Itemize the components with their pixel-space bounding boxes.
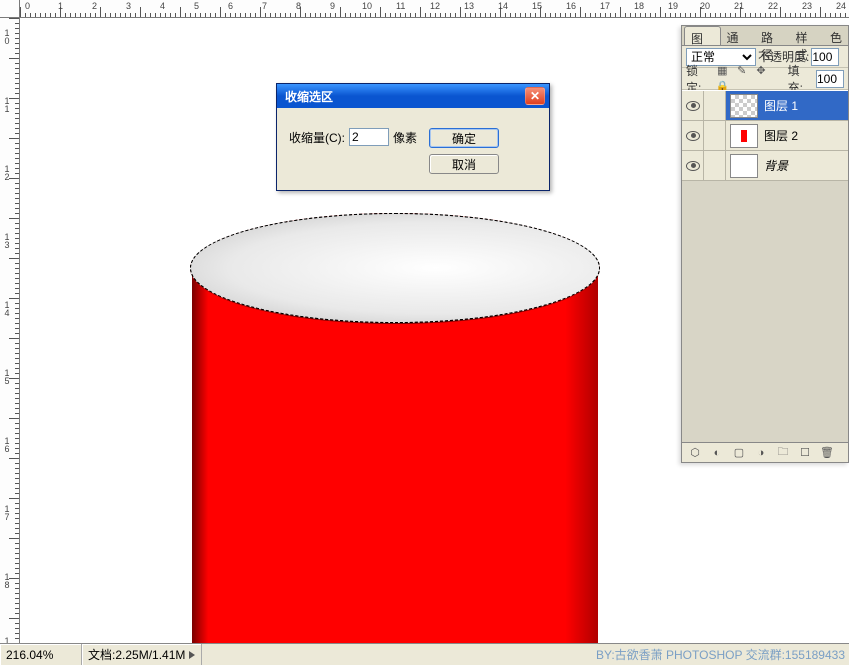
layer-thumbnail xyxy=(730,154,758,178)
play-icon xyxy=(189,651,195,659)
delete-layer-icon[interactable]: 🗑 xyxy=(820,446,834,460)
visibility-toggle[interactable] xyxy=(682,151,704,180)
close-icon[interactable]: ✕ xyxy=(525,87,545,105)
tab-paths[interactable]: 路径 xyxy=(755,26,790,45)
tab-layers[interactable]: 图层 xyxy=(684,26,721,45)
visibility-toggle[interactable] xyxy=(682,91,704,120)
contract-amount-label: 收缩量(C): xyxy=(289,129,345,146)
cancel-button[interactable]: 取消 xyxy=(429,154,499,174)
lock-position-icon[interactable]: ✥ xyxy=(753,63,769,79)
layer-mask-icon[interactable]: ▢ xyxy=(732,446,746,460)
eye-icon xyxy=(686,101,700,111)
document-size[interactable]: 文档: 2.25M/1.41M xyxy=(82,644,202,665)
cup-top-ellipse xyxy=(190,213,600,323)
link-col[interactable] xyxy=(704,121,726,150)
layer-thumbnail xyxy=(730,94,758,118)
opacity-input[interactable] xyxy=(811,48,839,66)
dialog-titlebar[interactable]: 收缩选区 ✕ xyxy=(277,84,549,108)
adjustment-icon[interactable]: ◑ xyxy=(754,446,768,460)
contract-amount-input[interactable] xyxy=(349,128,389,146)
new-layer-icon[interactable]: ☐ xyxy=(798,446,812,460)
link-col[interactable] xyxy=(704,91,726,120)
visibility-toggle[interactable] xyxy=(682,121,704,150)
eye-icon xyxy=(686,161,700,171)
cup-body-shape xyxy=(192,268,598,643)
ok-button[interactable]: 确定 xyxy=(429,128,499,148)
link-layers-icon[interactable]: ⬡ xyxy=(688,446,702,460)
lock-transparency-icon[interactable]: ▦ xyxy=(714,63,730,79)
panel-tabs: 图层 通道 路径 样式 色 xyxy=(682,26,848,46)
layer-row-background[interactable]: 背景 xyxy=(682,151,848,181)
tab-styles[interactable]: 样式 xyxy=(790,26,825,45)
layer-thumbnail xyxy=(730,124,758,148)
lock-pixels-icon[interactable]: ✎ xyxy=(734,63,750,79)
eye-icon xyxy=(686,131,700,141)
watermark-text: 思缘设计论坛 www.MissYuan.com xyxy=(662,18,844,21)
layer-name: 图层 1 xyxy=(762,97,798,114)
layer-row-2[interactable]: 图层 2 xyxy=(682,121,848,151)
tab-channels[interactable]: 通道 xyxy=(721,26,756,45)
panel-footer: ⬡ ◐ ▢ ◑ 🗀 ☐ 🗑 xyxy=(682,442,848,462)
zoom-level[interactable]: 216.04% xyxy=(0,644,82,665)
fill-input[interactable] xyxy=(816,70,844,88)
ruler-corner xyxy=(0,0,20,18)
new-folder-icon[interactable]: 🗀 xyxy=(776,446,790,460)
layer-style-icon[interactable]: ◐ xyxy=(710,446,724,460)
link-col[interactable] xyxy=(704,151,726,180)
tab-color[interactable]: 色 xyxy=(824,26,848,45)
contract-unit-label: 像素 xyxy=(393,129,417,146)
layer-row-1[interactable]: 图层 1 xyxy=(682,91,848,121)
contract-selection-dialog: 收缩选区 ✕ 收缩量(C): 像素 确定 取消 xyxy=(276,83,550,191)
layer-name: 背景 xyxy=(762,157,788,174)
layer-name: 图层 2 xyxy=(762,127,798,144)
horizontal-ruler: 0 1 2 3 4 5 6 7 8 9 10 11 12 13 14 15 16… xyxy=(20,0,849,18)
layers-list: 图层 1 图层 2 背景 xyxy=(682,90,848,442)
footer-credit: BY:古欲香萧 PHOTOSHOP 交流群:155189433 xyxy=(596,646,845,663)
vertical-ruler: 10 11 12 13 14 15 16 17 18 19 xyxy=(0,18,20,643)
layers-panel: 图层 通道 路径 样式 色 正常 不透明度: 锁定: ▦ ✎ ✥ 🔒 填充: 图… xyxy=(681,25,849,463)
dialog-title: 收缩选区 xyxy=(281,88,525,105)
